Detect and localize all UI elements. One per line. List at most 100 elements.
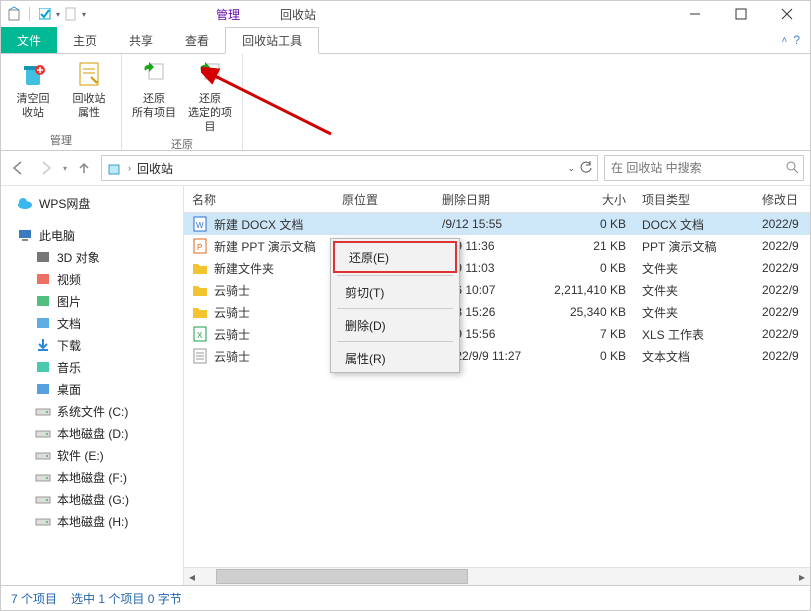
nav-item-10[interactable]: 本地磁盘 (F:) <box>1 466 183 488</box>
scroll-left-icon[interactable]: ◂ <box>184 569 200 584</box>
nav-item-1[interactable]: 视频 <box>1 268 183 290</box>
ribbon-collapse-icon[interactable]: ˄ <box>781 35 787 46</box>
tab-recycle-tools[interactable]: 回收站工具 <box>225 27 319 54</box>
tab-home[interactable]: 主页 <box>57 27 113 53</box>
nav-item-5[interactable]: 音乐 <box>1 356 183 378</box>
nav-item-0[interactable]: 3D 对象 <box>1 246 183 268</box>
nav-item-6[interactable]: 桌面 <box>1 378 183 400</box>
file-row-1[interactable]: P新建 PPT 演示文稿 /9/9 11:36 21 KB PPT 演示文稿 2… <box>184 235 810 257</box>
status-selection: 选中 1 个项目 0 字节 <box>71 590 182 607</box>
file-type: 文件夹 <box>634 304 754 321</box>
close-button[interactable] <box>764 1 810 27</box>
empty-bin-label: 清空回 收站 <box>17 92 50 120</box>
nav-item-12[interactable]: 本地磁盘 (H:) <box>1 510 183 532</box>
qat-new-doc-icon[interactable] <box>62 5 80 23</box>
video-icon <box>35 271 51 287</box>
svg-text:P: P <box>197 243 202 252</box>
minimize-button[interactable] <box>672 1 718 27</box>
nav-forward-button[interactable] <box>35 157 57 179</box>
empty-bin-icon <box>17 58 49 90</box>
tab-share[interactable]: 共享 <box>113 27 169 53</box>
drive-icon <box>35 425 51 441</box>
restore-all-icon <box>138 58 170 90</box>
col-date-modified[interactable]: 修改日 <box>754 191 810 208</box>
qat-checkbox-icon[interactable] <box>36 5 54 23</box>
ctx-cut[interactable]: 剪切(T) <box>331 278 459 306</box>
ctx-separator <box>337 341 453 342</box>
file-size: 7 KB <box>544 327 634 341</box>
file-row-4[interactable]: 云骑士 /9/8 15:26 25,340 KB 文件夹 2022/9 <box>184 301 810 323</box>
file-size: 2,211,410 KB <box>544 283 634 297</box>
file-row-2[interactable]: 新建文件夹 /9/9 11:03 0 KB 文件夹 2022/9 <box>184 257 810 279</box>
empty-recycle-bin-button[interactable]: 清空回 收站 <box>9 58 57 130</box>
nav-item-9[interactable]: 软件 (E:) <box>1 444 183 466</box>
qat-separator <box>29 7 30 21</box>
maximize-button[interactable] <box>718 1 764 27</box>
file-date-modified: 2022/9 <box>754 217 810 231</box>
refresh-icon[interactable] <box>579 160 593 177</box>
nav-item-2[interactable]: 图片 <box>1 290 183 312</box>
file-name: 云骑士 <box>214 326 250 343</box>
qat-dropdown-icon[interactable]: ▾ <box>56 10 60 19</box>
nav-item-11[interactable]: 本地磁盘 (G:) <box>1 488 183 510</box>
search-box[interactable] <box>604 155 804 181</box>
file-name: 云骑士 <box>214 304 250 321</box>
nav-back-button[interactable] <box>7 157 29 179</box>
nav-wps[interactable]: WPS网盘 <box>1 192 183 214</box>
tab-share-label: 共享 <box>129 32 153 49</box>
help-icon[interactable]: ? <box>793 33 800 47</box>
horizontal-scrollbar[interactable]: ◂ ▸ <box>184 567 810 585</box>
bin-properties-button[interactable]: 回收站 属性 <box>65 58 113 130</box>
col-date-deleted[interactable]: 删除日期 <box>434 191 544 208</box>
file-row-0[interactable]: W新建 DOCX 文档 /9/12 15:55 0 KB DOCX 文档 202… <box>184 213 810 235</box>
tab-view[interactable]: 查看 <box>169 27 225 53</box>
annotation-arrow <box>201 64 341 144</box>
ctx-properties[interactable]: 属性(R) <box>331 344 459 372</box>
column-headers[interactable]: 名称 原位置 删除日期 大小 项目类型 修改日 <box>184 186 810 213</box>
nav-item-4[interactable]: 下载 <box>1 334 183 356</box>
tab-home-label: 主页 <box>73 32 97 49</box>
col-original-location[interactable]: 原位置 <box>334 191 434 208</box>
ctx-delete[interactable]: 删除(D) <box>331 311 459 339</box>
ctx-restore[interactable]: 还原(E) <box>333 241 457 273</box>
breadcrumb-location[interactable]: 回收站 <box>137 160 173 177</box>
music-icon <box>35 359 51 375</box>
restore-all-button[interactable]: 还原 所有项目 <box>130 58 178 134</box>
breadcrumb-chevron-icon[interactable]: › <box>128 163 131 173</box>
drive-icon <box>35 513 51 529</box>
search-input[interactable] <box>609 160 785 176</box>
nav-history-dropdown[interactable]: ▾ <box>63 164 67 173</box>
col-item-type[interactable]: 项目类型 <box>634 191 754 208</box>
nav-item-3[interactable]: 文档 <box>1 312 183 334</box>
file-size: 0 KB <box>544 217 634 231</box>
address-dropdown-icon[interactable]: ⌄ <box>567 163 575 174</box>
file-row-6[interactable]: 云骑士 C:\Users\Ad... 2022/9/9 11:27 0 KB 文… <box>184 345 810 367</box>
col-size[interactable]: 大小 <box>544 191 634 208</box>
file-type: XLS 工作表 <box>634 326 754 343</box>
nav-this-pc[interactable]: 此电脑 <box>1 224 183 246</box>
recycle-bin-icon <box>5 5 23 23</box>
scroll-thumb[interactable] <box>216 569 468 584</box>
file-date-modified: 2022/9 <box>754 239 810 253</box>
address-bar[interactable]: › 回收站 ⌄ <box>101 155 598 181</box>
col-name[interactable]: 名称 <box>184 191 334 208</box>
tab-recycle-tools-label: 回收站工具 <box>242 32 302 49</box>
file-row-3[interactable]: 云骑士 /9/6 10:07 2,211,410 KB 文件夹 2022/9 <box>184 279 810 301</box>
file-list[interactable]: W新建 DOCX 文档 /9/12 15:55 0 KB DOCX 文档 202… <box>184 213 810 567</box>
navigation-pane[interactable]: WPS网盘 此电脑3D 对象视频图片文档下载音乐桌面系统文件 (C:)本地磁盘 … <box>1 186 184 585</box>
tab-file[interactable]: 文件 <box>1 27 57 53</box>
file-date-modified: 2022/9 <box>754 305 810 319</box>
qat-tail-dropdown-icon[interactable]: ▾ <box>82 10 86 19</box>
search-icon[interactable] <box>785 160 799 177</box>
nav-up-button[interactable] <box>73 157 95 179</box>
nav-item-7[interactable]: 系统文件 (C:) <box>1 400 183 422</box>
file-date-modified: 2022/9 <box>754 327 810 341</box>
drive-icon <box>35 403 51 419</box>
scroll-right-icon[interactable]: ▸ <box>794 569 810 584</box>
file-row-5[interactable]: X云骑士 /9/9 15:56 7 KB XLS 工作表 2022/9 <box>184 323 810 345</box>
nav-item-8[interactable]: 本地磁盘 (D:) <box>1 422 183 444</box>
restore-all-label: 还原 所有项目 <box>132 92 176 120</box>
desktop-icon <box>35 381 51 397</box>
title-app-name: 回收站 <box>280 6 316 23</box>
ctx-cut-label: 剪切(T) <box>345 284 384 301</box>
